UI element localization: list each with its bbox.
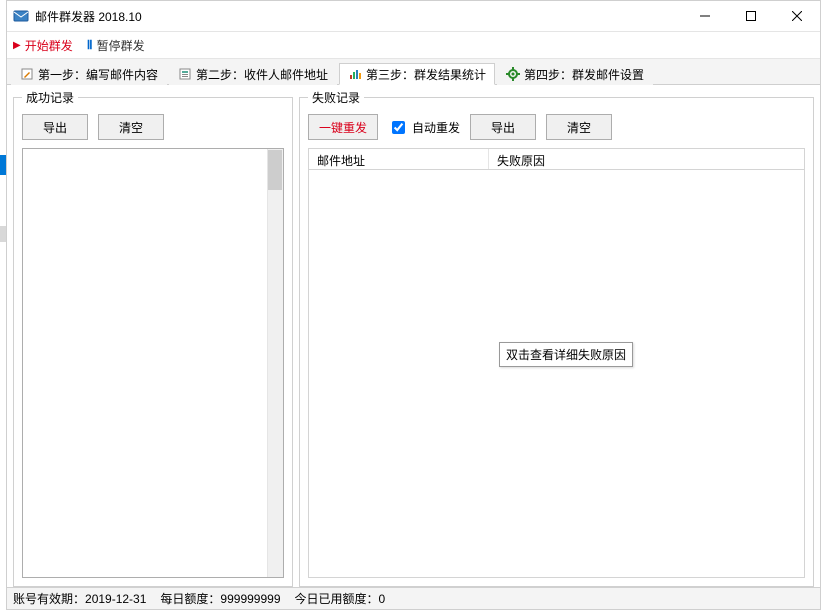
- play-icon: ▶: [13, 40, 21, 51]
- success-panel: 成功记录 导出 清空: [13, 89, 293, 587]
- failure-clear-button[interactable]: 清空: [546, 114, 612, 140]
- auto-resend-checkbox[interactable]: 自动重发: [388, 118, 460, 137]
- tab-step4[interactable]: 第四步：群发邮件设置: [497, 63, 653, 85]
- auto-resend-input[interactable]: [392, 121, 405, 134]
- status-expiry: 账号有效期：2019-12-31: [13, 590, 146, 607]
- failure-panel: 失败记录 一键重发 自动重发 导出 清空 邮件地址 失败原因 双击查看详细失败原…: [299, 89, 814, 587]
- minimize-button[interactable]: [682, 1, 728, 31]
- failure-export-button[interactable]: 导出: [470, 114, 536, 140]
- gear-icon: [506, 67, 520, 81]
- tab-step2[interactable]: 第二步：收件人邮件地址: [169, 63, 337, 85]
- failure-table-header: 邮件地址 失败原因: [308, 148, 805, 170]
- maximize-button[interactable]: [728, 1, 774, 31]
- failure-table-body[interactable]: 双击查看详细失败原因: [308, 170, 805, 578]
- tab-step2-label: 第二步：收件人邮件地址: [196, 66, 328, 83]
- address-icon: [178, 67, 192, 81]
- title-bar: 邮件群发器 2018.10: [7, 1, 820, 31]
- pause-label: 暂停群发: [97, 37, 145, 54]
- tab-step1[interactable]: 第一步：编写邮件内容: [11, 63, 167, 85]
- success-legend: 成功记录: [22, 89, 78, 106]
- success-clear-button[interactable]: 清空: [98, 114, 164, 140]
- step-tabs: 第一步：编写邮件内容 第二步：收件人邮件地址 第三步：群发结果统计 第四步：群发…: [7, 59, 820, 85]
- col-address[interactable]: 邮件地址: [309, 149, 489, 169]
- tab-step1-label: 第一步：编写邮件内容: [38, 66, 158, 83]
- tooltip: 双击查看详细失败原因: [499, 342, 633, 367]
- app-title: 邮件群发器 2018.10: [35, 8, 142, 25]
- success-list[interactable]: [22, 148, 284, 578]
- tab-step3-label: 第三步：群发结果统计: [366, 66, 486, 83]
- status-daily-quota: 每日额度：999999999: [160, 590, 280, 607]
- resend-button[interactable]: 一键重发: [308, 114, 378, 140]
- tab-step3[interactable]: 第三步：群发结果统计: [339, 63, 495, 85]
- app-icon: [13, 8, 29, 24]
- stats-icon: [348, 67, 362, 81]
- pause-icon: Ⅱ: [87, 38, 93, 52]
- close-button[interactable]: [774, 1, 820, 31]
- app-window: 邮件群发器 2018.10 ▶ 开始群发 Ⅱ 暂停群发: [6, 0, 821, 610]
- window-controls: [682, 1, 820, 31]
- scrollbar[interactable]: [267, 149, 283, 577]
- start-sending-button[interactable]: ▶ 开始群发: [13, 37, 73, 54]
- pause-sending-button[interactable]: Ⅱ 暂停群发: [87, 37, 145, 54]
- success-export-button[interactable]: 导出: [22, 114, 88, 140]
- status-used-quota: 今日已用额度：0: [295, 590, 386, 607]
- edit-icon: [20, 67, 34, 81]
- start-label: 开始群发: [25, 37, 73, 54]
- content-area: 成功记录 导出 清空 失败记录 一键重发: [7, 85, 820, 587]
- command-bar: ▶ 开始群发 Ⅱ 暂停群发: [7, 31, 820, 59]
- tab-step4-label: 第四步：群发邮件设置: [524, 66, 644, 83]
- failure-legend: 失败记录: [308, 89, 364, 106]
- auto-resend-label: 自动重发: [412, 119, 460, 136]
- col-reason[interactable]: 失败原因: [489, 149, 804, 169]
- status-bar: 账号有效期：2019-12-31 每日额度：999999999 今日已用额度：0: [7, 587, 820, 609]
- scrollbar-thumb[interactable]: [268, 150, 282, 190]
